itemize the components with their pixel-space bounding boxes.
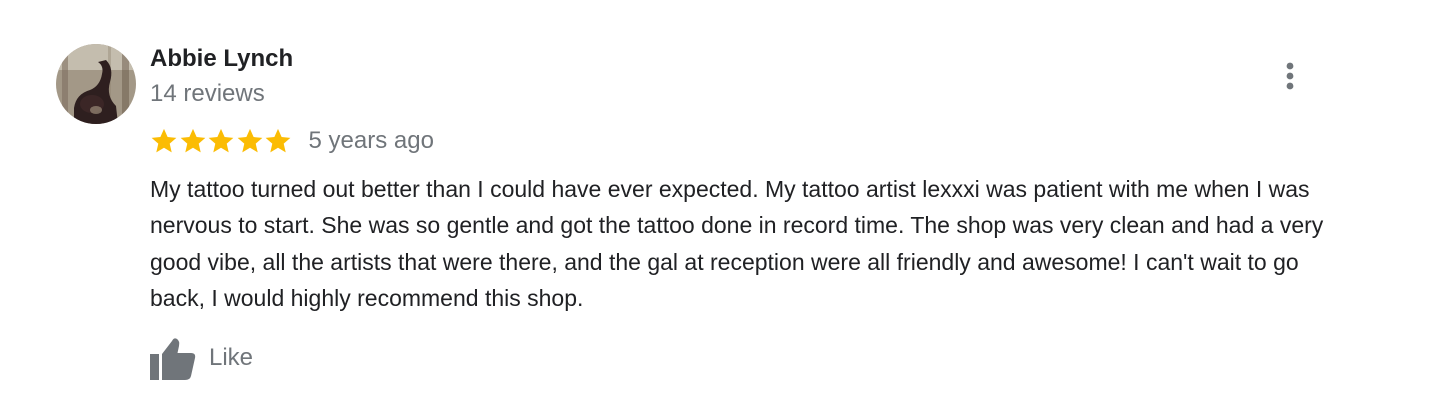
like-button[interactable]: Like xyxy=(150,336,253,380)
thumbs-up-icon xyxy=(150,338,196,380)
star-icon xyxy=(208,128,234,153)
avatar-photo xyxy=(56,44,136,124)
avatar[interactable] xyxy=(56,44,136,124)
star-icon xyxy=(180,128,205,153)
rating-row: 5 years ago xyxy=(150,124,434,158)
star-icon xyxy=(237,128,262,153)
review-count: 14 reviews xyxy=(150,80,265,107)
more-options-button[interactable] xyxy=(1272,56,1308,96)
review-time: 5 years ago xyxy=(308,127,434,154)
star-rating xyxy=(150,127,293,155)
review-card: Abbie Lynch 14 reviews 5 years ago My ta… xyxy=(0,0,1430,406)
review-text: My tattoo turned out better than I could… xyxy=(150,176,1324,312)
more-vertical-icon xyxy=(1286,62,1294,90)
star-icon xyxy=(265,128,291,153)
star-icon xyxy=(151,128,177,153)
like-label: Like xyxy=(209,344,254,371)
author-name[interactable]: Abbie Lynch xyxy=(150,43,293,75)
